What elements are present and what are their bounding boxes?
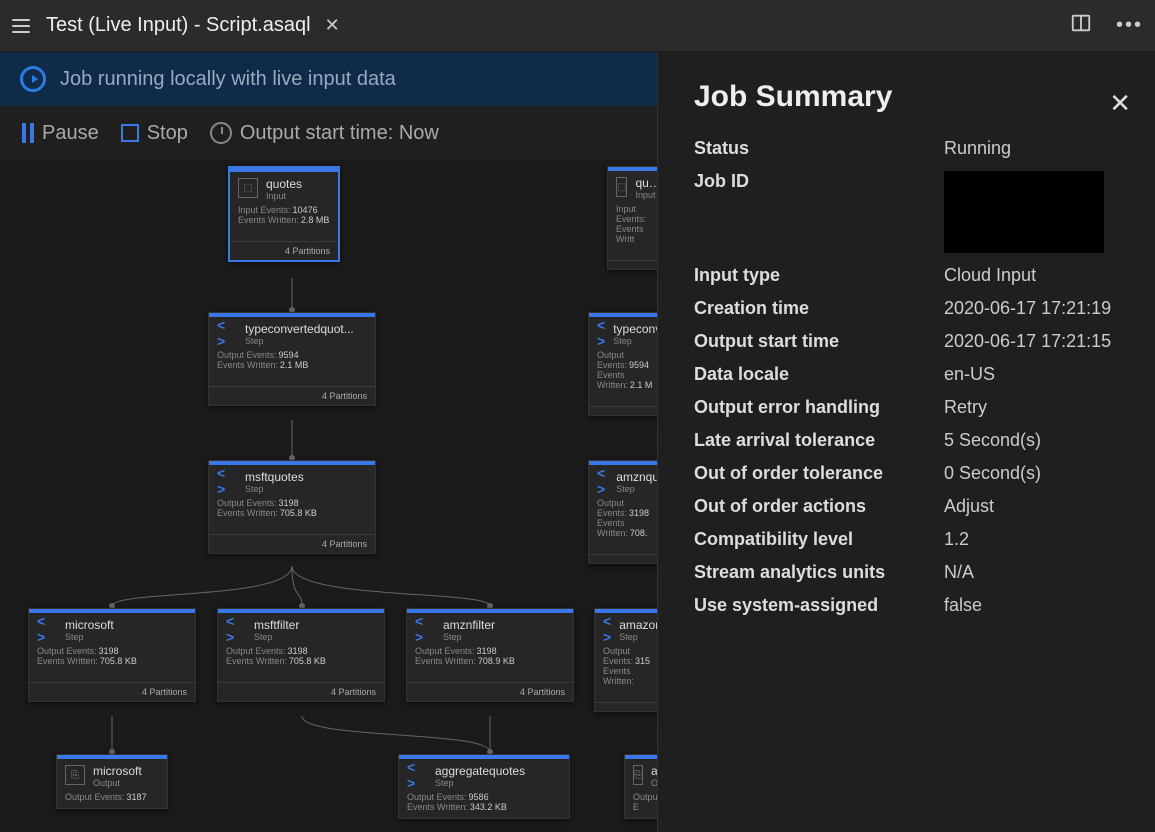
jobid-redacted: [944, 171, 1104, 253]
node-title: aggregatequotes: [435, 765, 525, 778]
node-footer: 4 Partitions: [29, 683, 195, 701]
step-icon: < >: [217, 323, 237, 343]
node-amznquotes[interactable]: < > amznqu Step Output Events:3198 Event…: [588, 460, 668, 564]
node-title: microsoft: [65, 619, 114, 632]
pause-icon: [22, 123, 34, 143]
node-title: amznfilter: [443, 619, 495, 632]
kv-jobid: Job ID: [694, 165, 1127, 259]
output-icon: ⎘: [65, 765, 85, 785]
node-title: microsoft: [93, 765, 142, 778]
more-icon[interactable]: •••: [1116, 14, 1143, 37]
title-bar: Test (Live Input) - Script.asaql ✕ •••: [0, 0, 1155, 52]
step-icon: < >: [217, 471, 237, 491]
node-msftquotes[interactable]: < > msftquotes Step Output Events:3198 E…: [208, 460, 376, 554]
node-subtitle: Step: [254, 632, 299, 642]
node-msftfilter[interactable]: < > msftfilter Step Output Events:3198 E…: [217, 608, 385, 702]
split-editor-icon[interactable]: [1070, 12, 1092, 39]
panel-title: Job Summary: [694, 80, 1127, 114]
node-footer: 4 Partitions: [209, 535, 375, 553]
kv-compatibility-level: Compatibility level1.2: [694, 523, 1127, 556]
kv-status: StatusRunning: [694, 132, 1127, 165]
node-subtitle: Step: [619, 632, 662, 642]
kv-out-of-order-tolerance: Out of order tolerance0 Second(s): [694, 457, 1127, 490]
node-subtitle: Step: [616, 484, 659, 494]
kv-output-start-time: Output start time2020-06-17 17:21:15: [694, 325, 1127, 358]
node-footer: 4 Partitions: [218, 683, 384, 701]
node-title: amazon: [619, 619, 662, 632]
step-icon: < >: [226, 619, 246, 639]
node-title: typeconv: [613, 323, 661, 336]
step-icon: < >: [407, 765, 427, 785]
output-start-label: Output start time: Now: [240, 122, 439, 145]
node-microsoft-output[interactable]: ⎘ microsoft Output Output Events:3187: [56, 754, 168, 809]
node-amznfilter[interactable]: < > amznfilter Step Output Events:3198 E…: [406, 608, 574, 702]
step-icon: < >: [597, 471, 608, 491]
node-subtitle: Step: [245, 336, 354, 346]
node-subtitle: Output: [93, 778, 142, 788]
kv-data-locale: Data localeen-US: [694, 358, 1127, 391]
node-footer: 4 Partitions: [230, 242, 338, 260]
step-icon: < >: [597, 323, 605, 343]
input-icon: ⬚: [238, 178, 258, 198]
status-text: Job running locally with live input data: [60, 68, 396, 91]
kv-stream-analytics-units: Stream analytics unitsN/A: [694, 556, 1127, 589]
node-title: msftfilter: [254, 619, 299, 632]
node-subtitle: Step: [435, 778, 525, 788]
close-panel-icon[interactable]: ✕: [1109, 88, 1131, 119]
node-typeconverted[interactable]: < > typeconvertedquot... Step Output Eve…: [208, 312, 376, 406]
stop-button[interactable]: Stop: [121, 122, 188, 145]
output-start-time[interactable]: Output start time: Now: [210, 122, 439, 145]
node-title: amznqu: [616, 471, 659, 484]
node-subtitle: Input: [266, 191, 302, 201]
kv-use-system-assigned: Use system-assignedfalse: [694, 589, 1127, 622]
kv-late-arrival-tolerance: Late arrival tolerance5 Second(s): [694, 424, 1127, 457]
pause-button[interactable]: Pause: [22, 122, 99, 145]
node-typeconv2[interactable]: < > typeconv Step Output Events:9594 Eve…: [588, 312, 668, 416]
kv-out-of-order-actions: Out of order actionsAdjust: [694, 490, 1127, 523]
node-subtitle: Step: [65, 632, 114, 642]
node-aggregatequotes[interactable]: < > aggregatequotes Step Output Events:9…: [398, 754, 570, 819]
node-quotes[interactable]: ⬚ quotes Input Input Events:10476 Events…: [228, 166, 340, 262]
kv-creation-time: Creation time2020-06-17 17:21:19: [694, 292, 1127, 325]
input-icon: ⬚: [616, 177, 627, 197]
kv-output-error-handling: Output error handlingRetry: [694, 391, 1127, 424]
stop-icon: [121, 124, 139, 142]
stop-label: Stop: [147, 122, 188, 145]
node-subtitle: Step: [443, 632, 495, 642]
node-title: quotes: [266, 178, 302, 191]
step-icon: < >: [603, 619, 611, 639]
node-microsoft-step[interactable]: < > microsoft Step Output Events:3198 Ev…: [28, 608, 196, 702]
step-icon: < >: [415, 619, 435, 639]
node-title: msftquotes: [245, 471, 304, 484]
node-footer: 4 Partitions: [209, 387, 375, 405]
node-subtitle: Step: [245, 484, 304, 494]
running-icon: [20, 66, 46, 92]
pause-label: Pause: [42, 122, 99, 145]
node-title: typeconvertedquot...: [245, 323, 354, 336]
close-tab-icon[interactable]: ✕: [325, 15, 340, 36]
job-summary-panel: ✕ Job Summary StatusRunning Job ID Input…: [657, 52, 1155, 832]
tab-title: Test (Live Input) - Script.asaql: [46, 14, 311, 37]
node-footer: 4 Partitions: [407, 683, 573, 701]
menu-icon[interactable]: [12, 19, 30, 33]
step-icon: < >: [37, 619, 57, 639]
output-icon: ⎘: [633, 765, 643, 785]
node-subtitle: Step: [613, 336, 661, 346]
clock-icon: [210, 122, 232, 144]
kv-input-type: Input typeCloud Input: [694, 259, 1127, 292]
